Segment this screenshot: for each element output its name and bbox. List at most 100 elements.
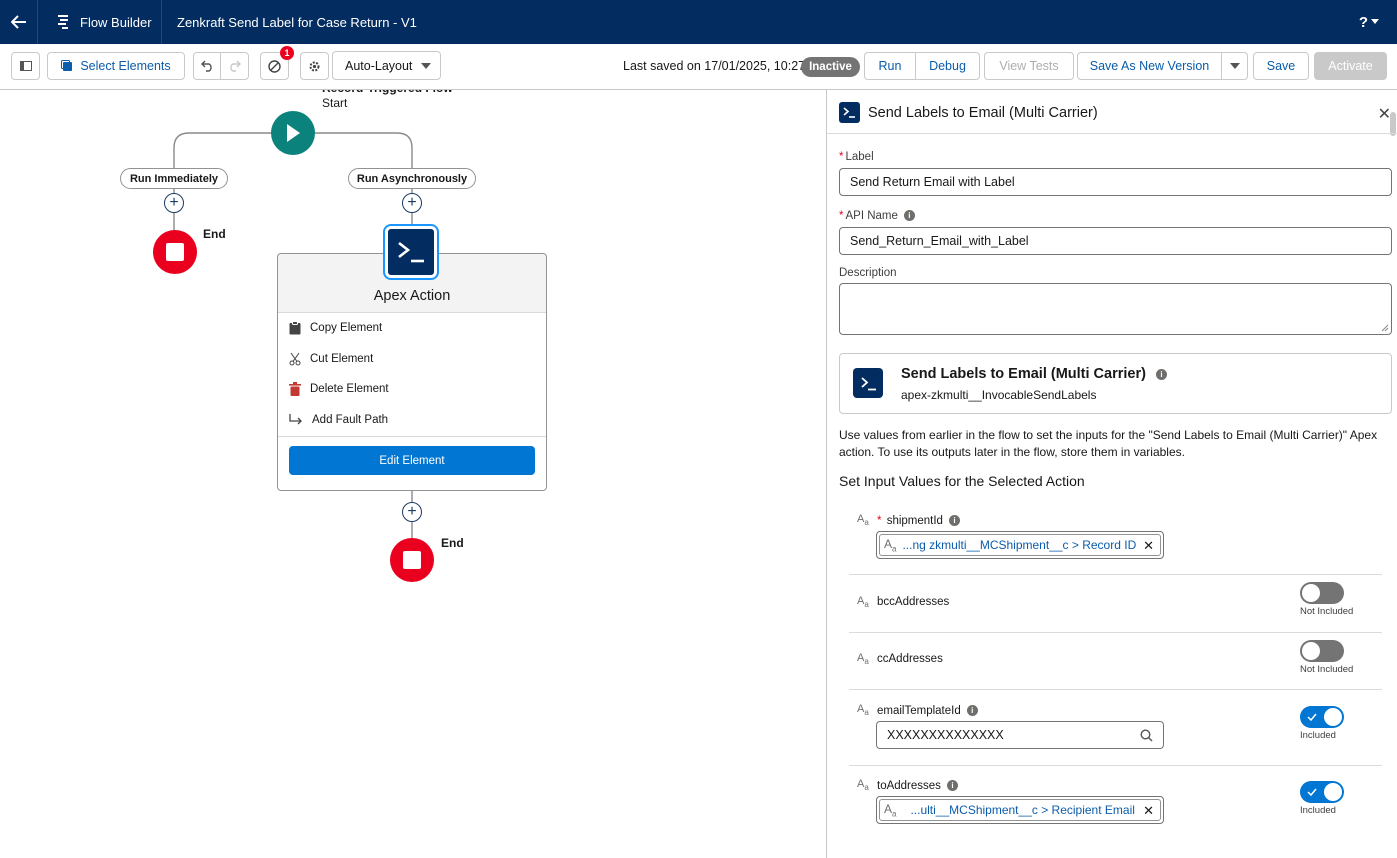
add-fault-path-item[interactable]: Add Fault Path	[289, 410, 388, 430]
text-type-icon: Aa	[884, 536, 897, 554]
delete-element-item[interactable]: Delete Element	[289, 379, 389, 399]
ccaddresses-include-toggle[interactable]	[1300, 640, 1344, 662]
trash-icon	[289, 382, 301, 396]
remove-resource-icon[interactable]: ✕	[1143, 803, 1154, 819]
label-input[interactable]: Send Return Email with Label	[839, 168, 1392, 196]
flow-title: Zenkraft Send Label for Case Return - V1	[177, 14, 417, 30]
text-type-icon: Aa	[884, 801, 897, 819]
error-circle-icon	[268, 59, 281, 73]
apex-action-node[interactable]	[385, 226, 437, 278]
param-shipmentid-label: * shipmentId i	[877, 515, 960, 527]
error-count-badge: 1	[280, 46, 294, 60]
last-saved-text: Last saved on 17/01/2025, 10:27	[623, 59, 806, 73]
emailtemplateid-include-toggle[interactable]	[1300, 706, 1344, 728]
stop-icon	[166, 243, 184, 261]
cut-element-label: Cut Element	[310, 353, 374, 365]
copy-element-item[interactable]: Copy Element	[289, 318, 382, 338]
redo-button[interactable]	[220, 52, 249, 80]
resource-pill-value: ...ulti__MCShipment__c > Recipient Email	[910, 803, 1135, 817]
app-launcher[interactable]: Flow Builder	[38, 0, 162, 44]
add-element-button[interactable]: +	[402, 193, 422, 213]
description-textarea[interactable]	[839, 283, 1392, 335]
errors-button[interactable]: 1	[260, 46, 294, 80]
view-tests-button[interactable]: View Tests	[984, 52, 1074, 80]
toggle-panel-button[interactable]	[11, 52, 40, 80]
end-label: End	[441, 536, 464, 550]
param-emailtemplateid-label: emailTemplateId i	[877, 705, 978, 717]
edit-element-button[interactable]: Edit Element	[289, 446, 535, 475]
close-panel-button[interactable]: ✕	[1378, 104, 1391, 124]
panel-header: Send Labels to Email (Multi Carrier)	[839, 102, 1098, 123]
back-arrow-icon	[10, 15, 26, 29]
plus-icon: +	[407, 503, 417, 520]
start-node[interactable]	[271, 111, 315, 155]
delete-element-label: Delete Element	[310, 383, 389, 395]
fault-path-icon	[289, 414, 302, 425]
status-badge: Inactive	[801, 57, 860, 77]
search-icon	[1140, 729, 1153, 742]
toggle-state-label: Not Included	[1300, 664, 1354, 675]
info-icon: i	[903, 210, 915, 222]
redo-icon	[230, 60, 241, 72]
debug-button[interactable]: Debug	[915, 52, 980, 80]
run-button[interactable]: Run	[864, 52, 916, 80]
text-type-icon: Aa	[857, 703, 869, 718]
add-element-button[interactable]: +	[402, 502, 422, 522]
toggle-state-label: Not Included	[1300, 606, 1354, 617]
plus-icon: +	[169, 194, 179, 211]
api-name-input[interactable]: Send_Return_Email_with_Label	[839, 227, 1392, 255]
remove-resource-icon[interactable]: ✕	[1143, 538, 1154, 554]
add-element-button[interactable]: +	[164, 193, 184, 213]
action-name: Send Labels to Email (Multi Carrier) i	[901, 366, 1167, 382]
toaddresses-include-toggle[interactable]	[1300, 781, 1344, 803]
global-header: Flow Builder Zenkraft Send Label for Cas…	[0, 0, 1397, 44]
select-elements-button[interactable]: Select Elements	[47, 52, 185, 80]
shipmentid-input[interactable]: Aa ...ng zkmulti__MCShipment__c > Record…	[876, 531, 1164, 559]
path-run-immediately[interactable]: Run Immediately	[120, 168, 228, 189]
selected-action-card: Send Labels to Email (Multi Carrier) i ap…	[839, 353, 1392, 414]
api-name-field-label: * API Name i	[839, 210, 915, 222]
copy-element-label: Copy Element	[310, 322, 383, 334]
cut-element-item[interactable]: Cut Element	[289, 349, 373, 369]
bccaddresses-include-toggle[interactable]	[1300, 582, 1344, 604]
description-field-label: Description	[839, 267, 897, 279]
instructions-text: Use values from earlier in the flow to s…	[839, 428, 1378, 459]
add-fault-path-label: Add Fault Path	[312, 414, 389, 426]
help-icon: ?	[1358, 13, 1368, 31]
chevron-down-icon	[421, 63, 431, 69]
toggle-state-label: Included	[1300, 805, 1336, 816]
undo-button[interactable]	[193, 52, 221, 80]
end-node[interactable]	[390, 538, 434, 582]
check-icon	[1307, 713, 1317, 721]
help-menu[interactable]: ?	[1359, 0, 1379, 44]
select-icon	[61, 60, 73, 71]
save-as-new-version-button[interactable]: Save As New Version	[1077, 52, 1222, 80]
layout-mode-select[interactable]: Auto-Layout	[332, 51, 441, 80]
play-icon	[287, 124, 300, 142]
select-elements-label: Select Elements	[80, 59, 171, 73]
param-divider	[849, 765, 1382, 766]
property-editor-panel: Send Labels to Email (Multi Carrier) ✕ *…	[826, 90, 1397, 858]
toaddresses-input[interactable]: Aa ...ulti__MCShipment__c > Recipient Em…	[876, 796, 1164, 824]
activate-button[interactable]: Activate	[1314, 52, 1387, 80]
save-options-button[interactable]	[1221, 52, 1248, 80]
flow-icon	[58, 15, 68, 29]
resize-handle-icon[interactable]	[1381, 324, 1389, 332]
resource-pill-value: ...ng zkmulti__MCShipment__c > Record ID	[902, 538, 1137, 552]
emailtemplateid-value: XXXXXXXXXXXXXX	[887, 728, 1004, 742]
save-button[interactable]: Save	[1253, 52, 1309, 80]
settings-button[interactable]	[300, 52, 329, 80]
flow-canvas[interactable]: Record-Triggered Flow Start Run Immediat…	[0, 90, 826, 858]
text-type-icon: Aa	[857, 513, 869, 528]
toggle-state-label: Included	[1300, 730, 1336, 741]
emailtemplateid-input[interactable]: XXXXXXXXXXXXXX	[876, 721, 1164, 749]
param-divider	[849, 632, 1382, 633]
back-button[interactable]	[0, 0, 38, 44]
apex-terminal-icon	[853, 368, 883, 398]
end-node[interactable]	[153, 230, 197, 274]
info-icon: i	[1155, 368, 1167, 380]
info-icon: i	[946, 780, 958, 792]
input-values-heading: Set Input Values for the Selected Action	[839, 473, 1085, 489]
chevron-down-icon	[1229, 63, 1240, 69]
path-run-asynchronously[interactable]: Run Asynchronously	[348, 168, 476, 189]
